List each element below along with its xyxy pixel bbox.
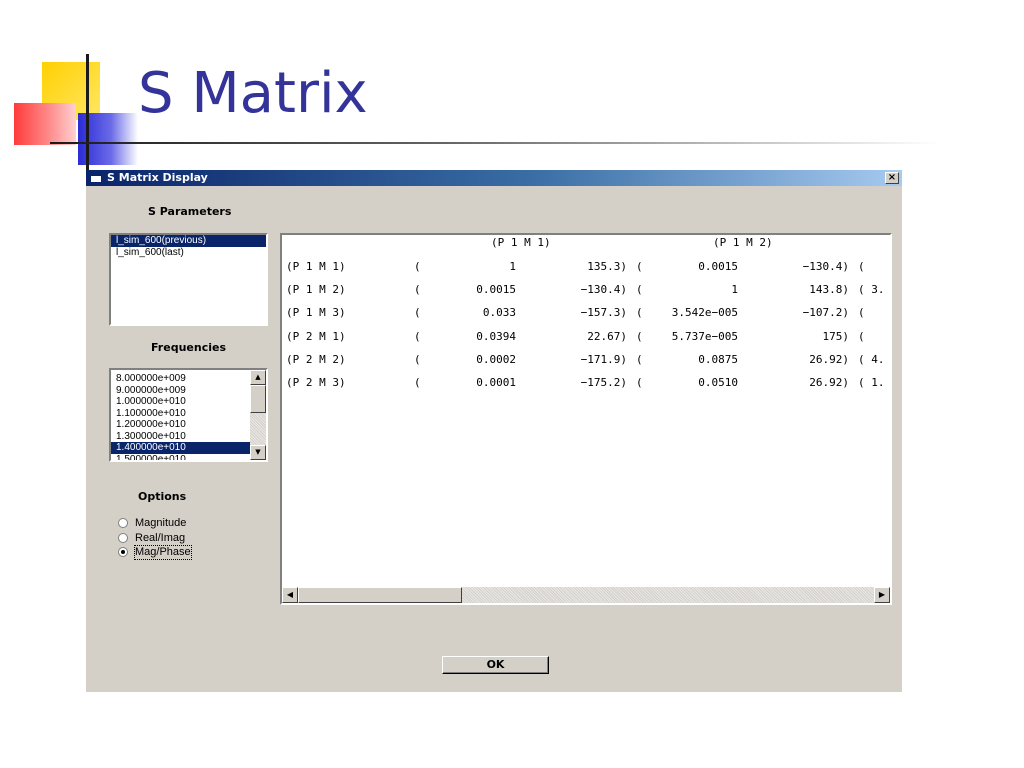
frequencies-scrollbar[interactable]: ▲ ▼ (250, 370, 266, 460)
cell-phase: 22.67) (587, 330, 627, 343)
row-label: (P 2 M 1) (286, 330, 346, 343)
dialog-title: S Matrix Display (107, 171, 208, 184)
cell-open-paren: ( (636, 283, 643, 296)
scroll-thumb-horizontal[interactable] (298, 587, 462, 603)
matrix-horizontal-scrollbar[interactable]: ◀ ▶ (282, 587, 890, 603)
scroll-right-icon[interactable]: ▶ (874, 587, 890, 603)
cell-magnitude: 1 (509, 260, 516, 273)
cell-magnitude: 3.542e−005 (671, 306, 738, 319)
cell-truncated: ( (858, 260, 865, 273)
cell-phase: −175.2) (580, 376, 627, 389)
frequency-item[interactable]: 1.500000e+010 (111, 454, 250, 461)
cell-phase: −157.3) (580, 306, 627, 319)
dialog-titlebar[interactable]: S Matrix Display × (86, 170, 902, 186)
cell-open-paren: ( (414, 376, 421, 389)
scroll-left-icon[interactable]: ◀ (282, 587, 298, 603)
radio-button-icon[interactable] (118, 533, 128, 543)
cell-phase: 135.3) (587, 260, 627, 273)
s-matrix-dialog: S Matrix Display × S Parameters l_sim_60… (86, 170, 902, 692)
cell-phase: −130.4) (802, 260, 849, 273)
cell-magnitude: 0.033 (482, 306, 516, 319)
cell-open-paren: ( (414, 283, 421, 296)
row-label: (P 1 M 2) (286, 283, 346, 296)
frequencies-listbox[interactable]: 8.000000e+009 9.000000e+009 1.000000e+010 1… (109, 368, 268, 462)
options-label: Options (138, 490, 187, 503)
cell-open-paren: ( (636, 330, 643, 343)
close-icon[interactable]: × (885, 172, 899, 184)
cell-phase: 143.8) (809, 283, 849, 296)
scroll-up-icon[interactable]: ▲ (250, 370, 266, 385)
cell-open-paren: ( (636, 353, 643, 366)
frequency-item[interactable]: 9.000000e+009 (111, 385, 250, 397)
cell-open-paren: ( (414, 306, 421, 319)
cell-phase: −130.4) (580, 283, 627, 296)
cell-open-paren: ( (636, 376, 643, 389)
s-matrix-table[interactable]: (P 1 M 1) (P 1 M 2) (P 1 M 1) (1 135.3) (0.00… (280, 233, 892, 605)
cell-magnitude: 1 (731, 283, 738, 296)
slide-title: S Matrix (138, 61, 368, 126)
cell-magnitude: 0.0510 (698, 376, 738, 389)
frequency-item[interactable]: 1.100000e+010 (111, 408, 250, 420)
decor-horizontal-line (50, 142, 940, 144)
frequency-item[interactable]: 1.200000e+010 (111, 419, 250, 431)
cell-open-paren: ( (414, 260, 421, 273)
frequencies-items: 8.000000e+009 9.000000e+009 1.000000e+010 1… (111, 370, 266, 461)
cell-open-paren: ( (636, 306, 643, 319)
cell-truncated: ( (858, 330, 865, 343)
frequency-item[interactable]: 1.400000e+010 (111, 442, 250, 454)
radio-button-icon[interactable] (118, 547, 128, 557)
cell-magnitude: 5.737e−005 (671, 330, 738, 343)
cell-truncated: ( (858, 306, 865, 319)
cell-magnitude: 0.0015 (476, 283, 516, 296)
cell-magnitude: 0.0875 (698, 353, 738, 366)
cell-magnitude: 0.0001 (476, 376, 516, 389)
cell-phase: 175) (822, 330, 850, 343)
s-parameters-listbox[interactable]: l_sim_600(previous) l_sim_600(last) (109, 233, 268, 326)
cell-truncated: ( 3. (858, 283, 885, 296)
decor-vertical-line (86, 54, 89, 174)
cell-magnitude: 0.0394 (476, 330, 516, 343)
ok-button[interactable]: OK (442, 656, 549, 674)
cell-magnitude: 0.0015 (698, 260, 738, 273)
scroll-thumb[interactable] (250, 385, 266, 413)
s-parameter-item[interactable]: l_sim_600(previous) (111, 235, 266, 247)
option-label: Real/Imag (135, 532, 186, 544)
window-icon (90, 173, 102, 183)
scroll-down-icon[interactable]: ▼ (250, 445, 266, 460)
row-label: (P 2 M 3) (286, 376, 346, 389)
cell-magnitude: 0.0002 (476, 353, 516, 366)
cell-phase: 26.92) (809, 376, 849, 389)
row-label: (P 1 M 1) (286, 260, 346, 273)
cell-truncated: ( 4. (858, 353, 885, 366)
frequencies-label: Frequencies (151, 341, 226, 354)
cell-phase: −171.9) (580, 353, 627, 366)
option-label: Magnitude (135, 517, 187, 529)
cell-truncated: ( 1. (858, 376, 885, 389)
s-parameter-item[interactable]: l_sim_600(last) (111, 247, 266, 259)
cell-open-paren: ( (636, 260, 643, 273)
column-header: (P 1 M 1) (491, 236, 551, 249)
s-parameters-label: S Parameters (148, 205, 232, 218)
column-header: (P 1 M 2) (713, 236, 773, 249)
frequency-item[interactable]: 1.300000e+010 (111, 431, 250, 443)
frequency-item[interactable]: 1.000000e+010 (111, 396, 250, 408)
cell-open-paren: ( (414, 330, 421, 343)
decor-red-square (14, 103, 76, 145)
frequency-item[interactable]: 8.000000e+009 (111, 373, 250, 385)
cell-open-paren: ( (414, 353, 421, 366)
s-parameters-items: l_sim_600(previous) l_sim_600(last) (111, 235, 266, 258)
cell-phase: 26.92) (809, 353, 849, 366)
row-label: (P 2 M 2) (286, 353, 346, 366)
row-label: (P 1 M 3) (286, 306, 346, 319)
radio-button-icon[interactable] (118, 518, 128, 528)
cell-phase: −107.2) (802, 306, 849, 319)
option-label: Mag/Phase (134, 545, 192, 560)
